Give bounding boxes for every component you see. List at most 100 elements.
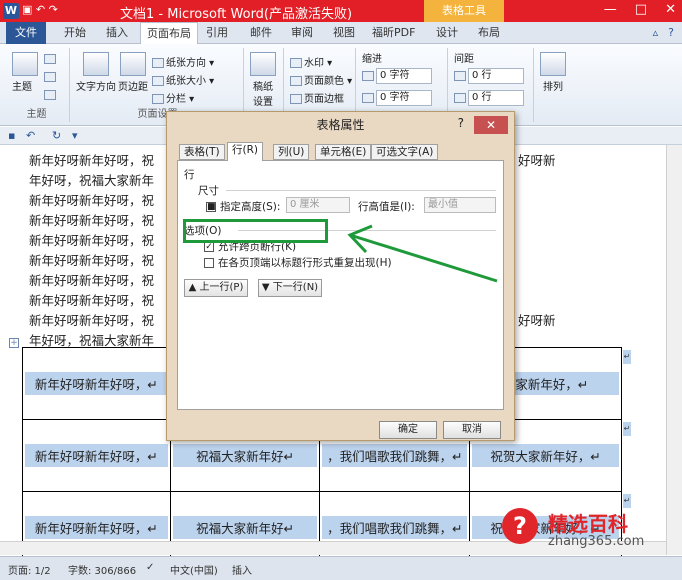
tab-review[interactable]: 审阅	[285, 22, 319, 44]
page-border-icon	[290, 94, 302, 104]
status-bar: 页面: 1/2 字数: 306/866 ✓ 中文(中国) 插入	[0, 556, 682, 580]
size-button[interactable]: 纸张大小 ▾	[152, 72, 214, 87]
height-rule-select[interactable]: 最小值	[424, 197, 496, 213]
margins-button[interactable]: 页边距	[118, 52, 148, 93]
checkbox-icon	[204, 258, 214, 268]
ok-button[interactable]: 确定	[379, 421, 437, 439]
indent-left: 0 字符	[362, 68, 432, 84]
help-icon[interactable]: ?	[458, 116, 464, 130]
page-color-icon	[290, 76, 302, 86]
table-cell[interactable]: 新年好呀新年好呀，↵	[22, 419, 171, 492]
language[interactable]: 中文(中国)	[170, 562, 218, 577]
indent-right-input[interactable]: 0 字符	[376, 90, 432, 106]
close-button[interactable]: ✕	[474, 116, 508, 134]
maximize-icon[interactable]: □	[635, 2, 647, 17]
divider	[226, 190, 496, 191]
watermark-button[interactable]: 水印 ▾	[290, 54, 332, 69]
arrange-icon	[540, 52, 566, 76]
save-icon[interactable]: ▪	[8, 129, 15, 142]
tab-mailings[interactable]: 邮件	[244, 22, 278, 44]
margins-icon	[120, 52, 146, 76]
minimize-ribbon-icon[interactable]: ▵	[653, 26, 659, 39]
spacing-after: 0 行	[454, 90, 524, 106]
qat-customize-icon[interactable]: ▾	[72, 129, 78, 142]
tab-cell[interactable]: 单元格(E)	[315, 144, 372, 160]
paper-icon	[250, 52, 276, 76]
watermark-title: 精选百科	[548, 512, 628, 536]
insert-mode[interactable]: 插入	[232, 562, 252, 577]
group-theme: 主题 主题	[4, 48, 70, 122]
table-cell[interactable]: 新年好呀新年好呀，↵	[22, 347, 171, 420]
word-app-icon[interactable]: W	[3, 3, 19, 19]
group-arrange: 排列	[536, 48, 570, 122]
tab-view[interactable]: 视图	[327, 22, 361, 44]
paper-setup-button[interactable]: 稿纸 设置	[250, 52, 276, 108]
checkbox-icon: ■	[206, 202, 216, 212]
row-panel: 行 尺寸 ■ 指定高度(S): 0 厘米 行高值是(I): 最小值 选项(O) ✓…	[177, 160, 504, 410]
row-end-mark: ↵	[623, 494, 631, 508]
spacing-after-input[interactable]: 0 行	[468, 90, 524, 106]
tab-layout[interactable]: 布局	[472, 22, 506, 44]
tab-page-layout[interactable]: 页面布局	[140, 22, 198, 44]
colors-icon	[44, 54, 56, 64]
spelling-icon[interactable]: ✓	[146, 562, 154, 573]
vertical-scrollbar[interactable]	[666, 145, 682, 555]
spacing-before-input[interactable]: 0 行	[468, 68, 524, 84]
tab-row[interactable]: 行(R)	[227, 142, 263, 161]
effects-icon	[44, 90, 56, 100]
page-color-button[interactable]: 页面颜色 ▾	[290, 72, 352, 87]
minimize-icon[interactable]: —	[604, 2, 617, 17]
undo-icon[interactable]: ↶	[26, 129, 35, 142]
indent-right: 0 字符	[362, 90, 432, 106]
repeat-header-checkbox[interactable]: 在各页顶端以标题行形式重复出现(H)	[204, 255, 392, 270]
watermark-icon	[290, 58, 302, 68]
theme-effects-button[interactable]	[44, 90, 58, 101]
themes-icon	[12, 52, 38, 76]
specify-height-checkbox[interactable]: ■ 指定高度(S):	[206, 199, 280, 214]
arrange-button[interactable]: 排列	[540, 52, 566, 93]
tab-column[interactable]: 列(U)	[273, 144, 310, 160]
cancel-button[interactable]: 取消	[443, 421, 501, 439]
text-line: 新年好呀新年好呀，祝	[29, 253, 155, 268]
text-direction-icon	[83, 52, 109, 76]
tab-alt-text[interactable]: 可选文字(A)	[371, 144, 439, 160]
next-row-button[interactable]: ▼ 下一行(N)	[258, 279, 322, 297]
title-bar: W ▣ ↶ ↷ 文档1 - Microsoft Word(产品激活失败) 表格工…	[0, 0, 682, 22]
redo-icon[interactable]: ↻	[52, 129, 61, 142]
word-count[interactable]: 字数: 306/866	[68, 562, 136, 577]
spacing-after-icon	[454, 93, 466, 103]
table-properties-dialog: 表格属性 ? ✕ 表格(T) 行(R) 列(U) 单元格(E) 可选文字(A) …	[166, 111, 515, 441]
indent-left-icon	[362, 71, 374, 81]
tab-home[interactable]: 开始	[58, 22, 92, 44]
tab-file[interactable]: 文件	[6, 22, 46, 44]
themes-button[interactable]: 主题	[12, 52, 38, 93]
previous-row-button[interactable]: ▲ 上一行(P)	[184, 279, 248, 297]
columns-icon	[152, 94, 164, 104]
text-fragment: 好呀新	[518, 153, 556, 168]
close-icon[interactable]: ✕	[665, 2, 676, 17]
size-label: 尺寸	[198, 185, 219, 197]
window-title: 文档1 - Microsoft Word(产品激活失败)	[120, 7, 353, 22]
table-move-handle-icon[interactable]: +	[9, 338, 19, 348]
page-count[interactable]: 页面: 1/2	[8, 562, 51, 577]
orientation-button[interactable]: 纸张方向 ▾	[152, 54, 214, 69]
window-controls: — □ ✕	[604, 2, 676, 17]
theme-fonts-button[interactable]	[44, 72, 58, 83]
ribbon-right-icons: ▵ ?	[653, 26, 674, 39]
tab-design[interactable]: 设计	[430, 22, 464, 44]
columns-button[interactable]: 分栏 ▾	[152, 90, 194, 105]
tab-references[interactable]: 引用	[200, 22, 234, 44]
text-line: 年好呀，祝福大家新年	[29, 173, 155, 188]
spacing-label: 间距	[454, 54, 474, 65]
page-border-button[interactable]: 页面边框	[290, 90, 344, 105]
text-direction-button[interactable]: 文字方向	[76, 52, 116, 93]
tab-foxit-pdf[interactable]: 福昕PDF	[366, 22, 421, 44]
text-line: 新年好呀新年好呀，祝	[29, 193, 155, 208]
theme-colors-button[interactable]	[44, 54, 58, 65]
height-input[interactable]: 0 厘米	[286, 197, 350, 213]
help-icon[interactable]: ?	[668, 26, 674, 39]
tab-table[interactable]: 表格(T)	[179, 144, 225, 160]
question-logo-icon: ?	[502, 508, 538, 544]
indent-left-input[interactable]: 0 字符	[376, 68, 432, 84]
tab-insert[interactable]: 插入	[100, 22, 134, 44]
